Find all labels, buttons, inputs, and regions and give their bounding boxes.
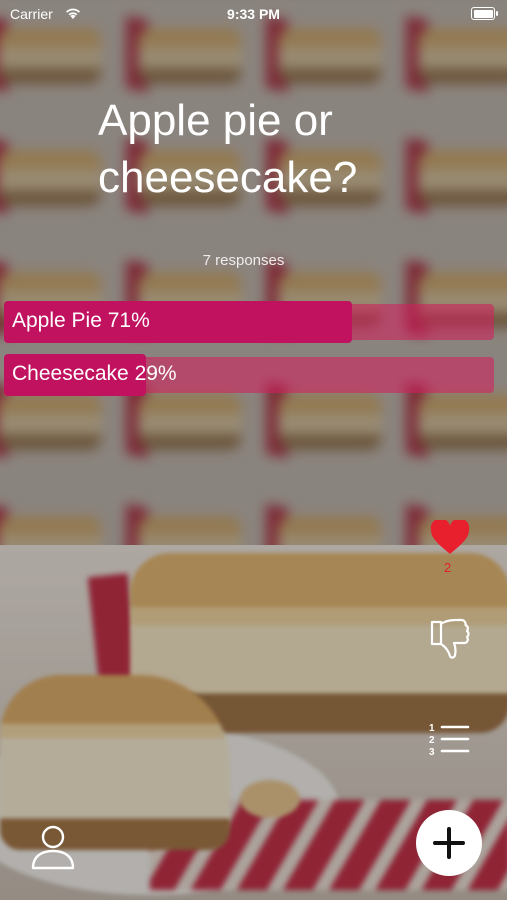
result-bar-apple-pie[interactable]: Apple Pie 71%: [4, 301, 494, 343]
numbered-list-icon: 1 2 3: [429, 723, 470, 758]
profile-button[interactable]: [30, 824, 76, 870]
result-label-apple-pie: Apple Pie 71%: [12, 309, 150, 332]
dislike-button[interactable]: [428, 616, 472, 662]
person-icon: [31, 825, 75, 870]
like-button[interactable]: [430, 518, 470, 556]
like-count: 2: [444, 560, 452, 575]
battery-icon: [471, 7, 498, 20]
poll-question: Apple pie or cheesecake?: [98, 96, 358, 202]
add-poll-button[interactable]: [416, 810, 482, 876]
plus-icon: [433, 827, 465, 859]
svg-text:3: 3: [429, 747, 435, 758]
ranking-button[interactable]: 1 2 3: [428, 720, 470, 758]
responses-count: 7 responses: [202, 252, 285, 269]
result-bar-cheesecake[interactable]: Cheesecake 29%: [4, 354, 494, 396]
heart-icon: [430, 518, 470, 554]
status-bar: Carrier 9:33 PM: [0, 0, 507, 28]
result-label-cheesecake: Cheesecake 29%: [12, 362, 177, 385]
svg-text:2: 2: [429, 735, 435, 746]
thumbs-down-icon: [430, 618, 470, 659]
background-dim-overlay: [0, 0, 507, 545]
svg-text:1: 1: [429, 723, 435, 734]
clock: 9:33 PM: [227, 6, 280, 22]
